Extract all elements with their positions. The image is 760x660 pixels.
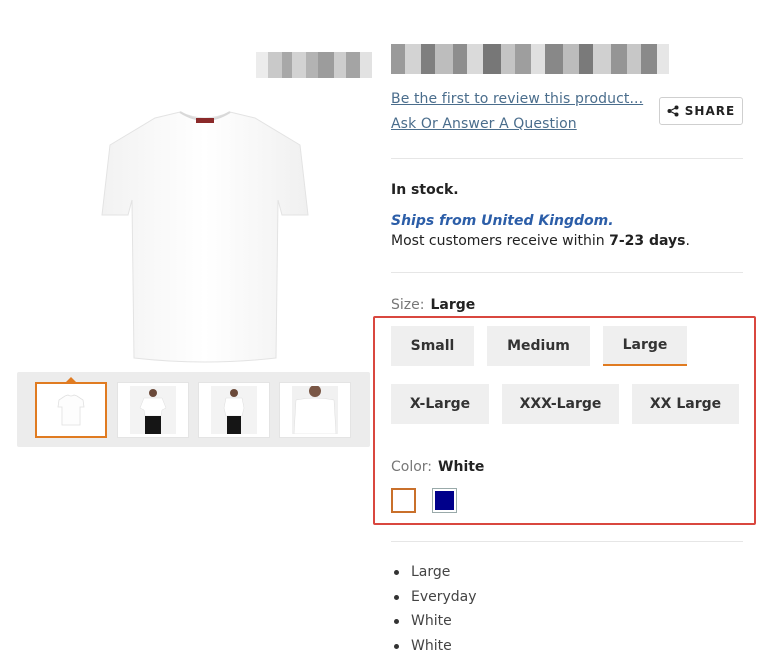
color-swatch-navy[interactable] xyxy=(432,488,457,513)
size-option-x-large[interactable]: X-Large xyxy=(391,384,489,424)
feature-list: Large Everyday White White xyxy=(392,560,477,659)
feature-item: Large xyxy=(392,560,477,585)
color-swatch-white[interactable] xyxy=(391,488,416,513)
feature-item: White xyxy=(392,634,477,659)
delivery-suffix: . xyxy=(685,233,690,249)
main-product-image[interactable] xyxy=(60,100,350,365)
review-link[interactable]: Be the first to review this product... xyxy=(391,91,643,107)
selected-caret xyxy=(65,377,77,383)
divider xyxy=(391,541,743,542)
tshirt-image xyxy=(101,111,309,363)
delivery-prefix: Most customers receive within xyxy=(391,233,610,249)
stock-status: In stock. xyxy=(391,182,459,198)
model-front-icon xyxy=(130,386,176,434)
size-option-small[interactable]: Small xyxy=(391,326,474,366)
size-selected-value: Large xyxy=(430,297,476,313)
share-label: SHARE xyxy=(684,104,736,118)
color-selected-value: White xyxy=(438,459,485,475)
ships-from: Ships from United Kingdom. xyxy=(391,213,614,229)
size-option-medium[interactable]: Medium xyxy=(487,326,590,366)
delivery-days: 7-23 days xyxy=(609,233,686,249)
feature-item: White xyxy=(392,609,477,634)
ask-question-link[interactable]: Ask Or Answer A Question xyxy=(391,116,577,132)
brand-name-blurred xyxy=(256,52,372,78)
thumbnail-4[interactable] xyxy=(279,382,351,438)
size-option-large[interactable]: Large xyxy=(603,326,687,366)
thumbnail-strip xyxy=(17,372,370,447)
divider xyxy=(391,272,743,273)
size-label-text: Size: xyxy=(391,297,425,313)
thumbnail-3[interactable] xyxy=(198,382,270,438)
delivery-estimate: Most customers receive within 7-23 days. xyxy=(391,233,690,249)
size-option-xxx-large[interactable]: XXX-Large xyxy=(502,384,619,424)
product-title-blurred xyxy=(391,44,677,74)
color-label-text: Color: xyxy=(391,459,433,475)
model-detail-icon xyxy=(292,386,338,434)
model-side-icon xyxy=(211,386,257,434)
thumbnail-2[interactable] xyxy=(117,382,189,438)
size-label: Size: Large xyxy=(391,297,475,313)
tshirt-thumbnail-icon xyxy=(57,394,85,426)
share-icon xyxy=(667,105,679,117)
divider xyxy=(391,158,743,159)
thumbnail-1[interactable] xyxy=(35,377,107,438)
feature-item: Everyday xyxy=(392,585,477,610)
share-button[interactable]: SHARE xyxy=(659,97,743,125)
size-option-xx-large[interactable]: XX Large xyxy=(632,384,739,424)
color-label: Color: White xyxy=(391,459,484,475)
